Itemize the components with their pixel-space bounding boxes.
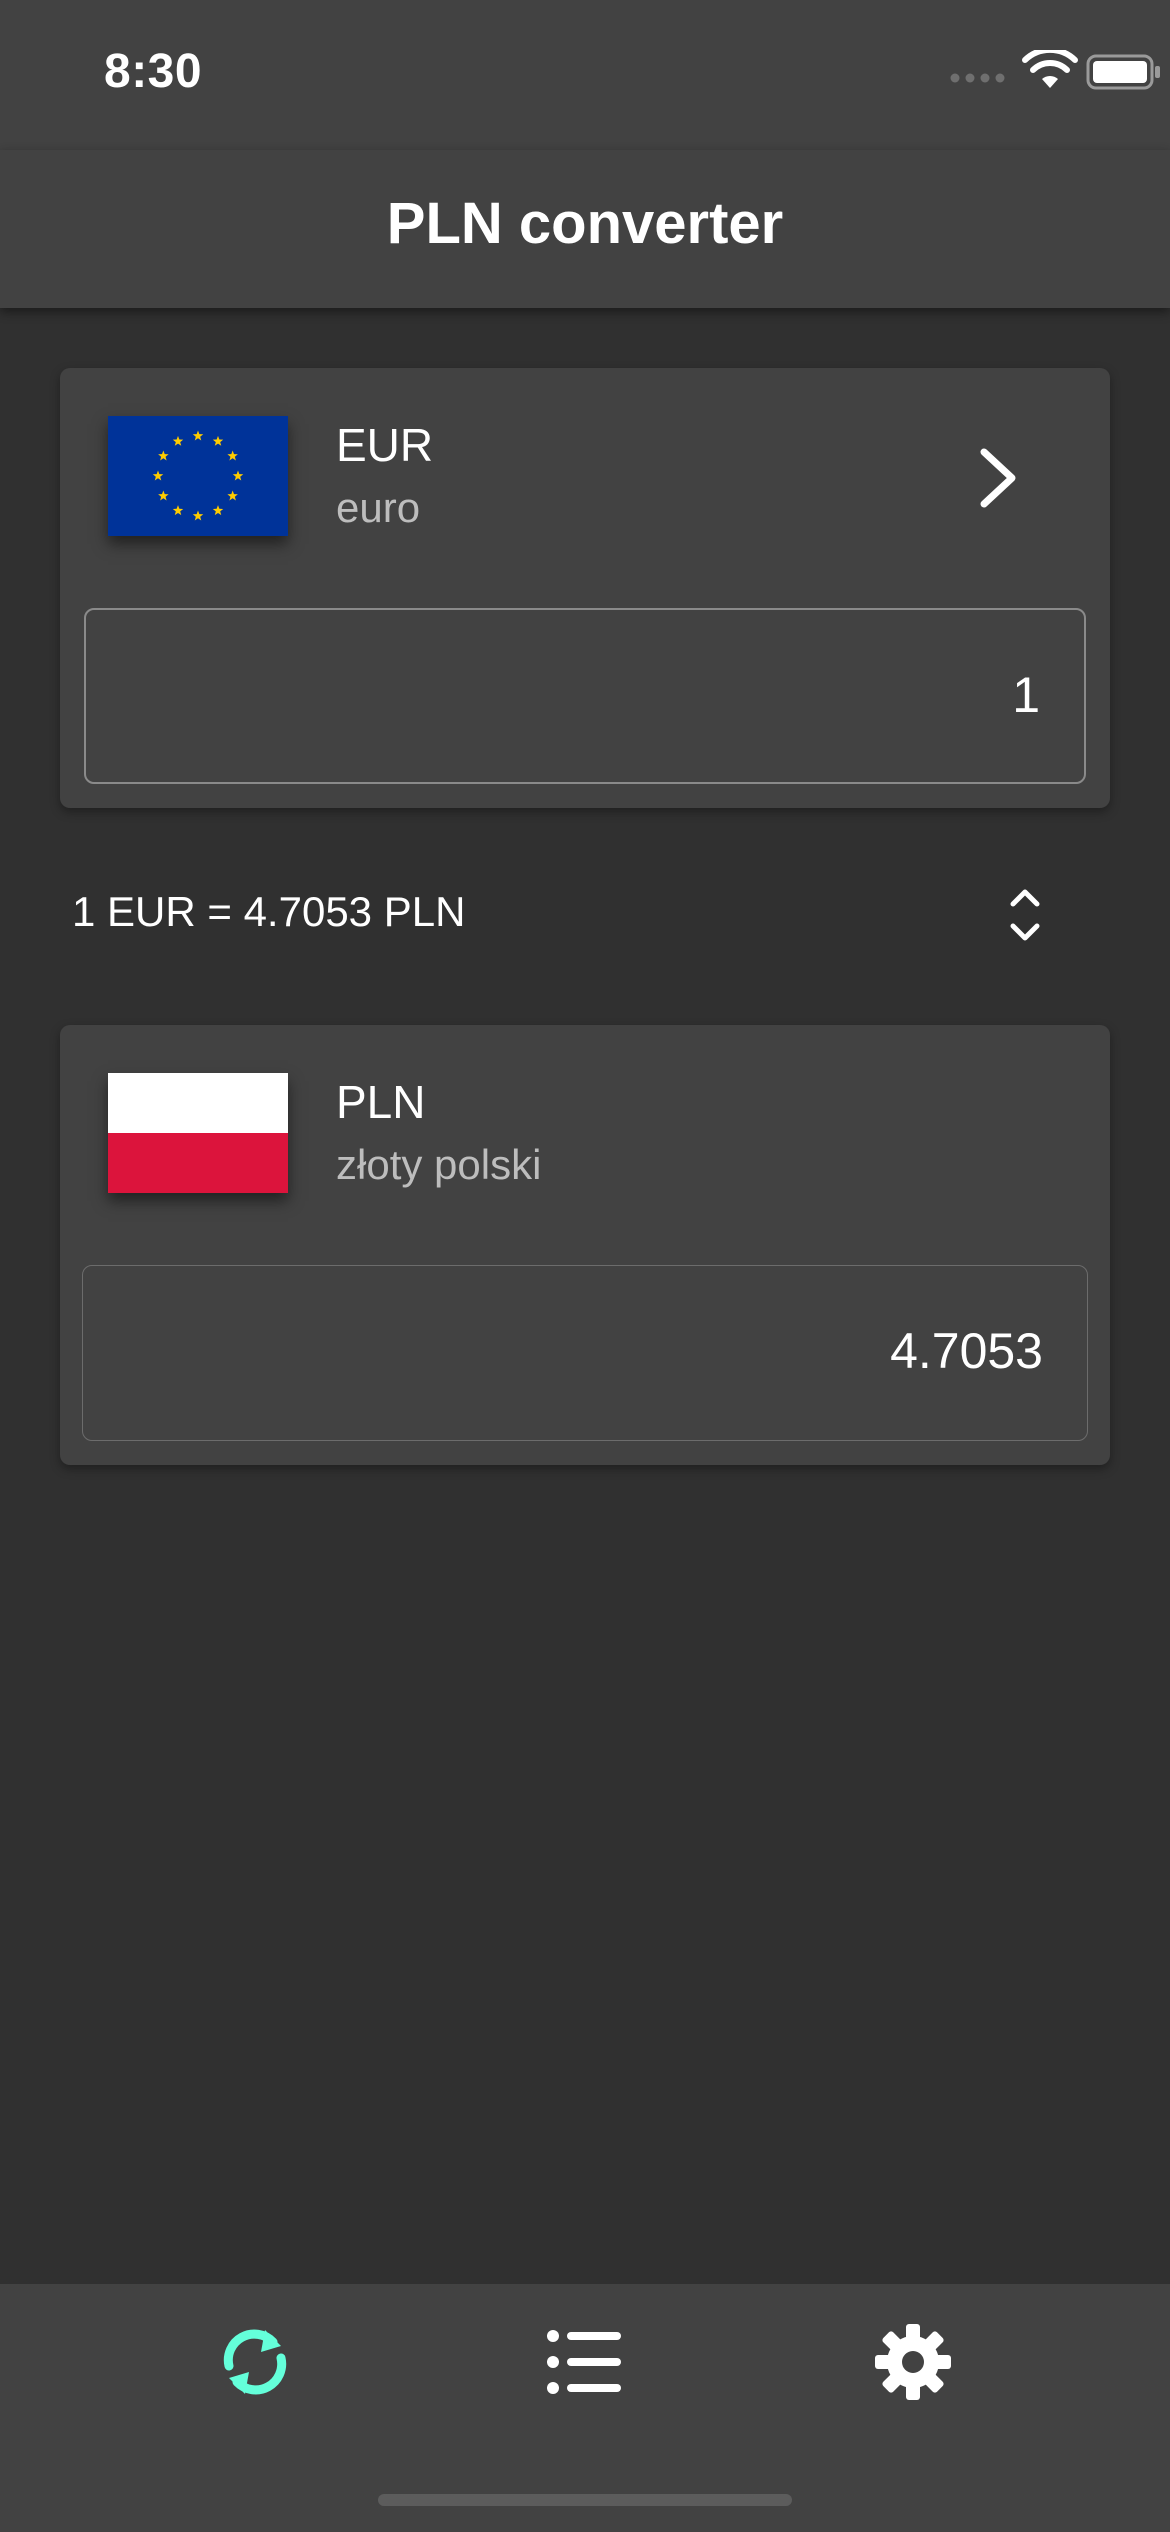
from-currency-name[interactable]: euro [336,484,420,532]
to-currency-name: złoty polski [336,1141,542,1188]
swap-vertical-icon[interactable] [1008,886,1042,944]
gear-icon [875,2324,951,2400]
eu-flag-icon[interactable] [108,416,288,536]
exchange-rate-text: 1 EUR = 4.7053 PLN [72,888,466,935]
to-currency-card: PLN złoty polski 4.7053 [60,1025,1110,1465]
poland-flag-icon [108,1073,288,1193]
from-amount-value[interactable]: 1 [1012,666,1040,724]
signal-icon [950,73,1005,83]
status-time: 8:30 [104,45,203,98]
nav-settings[interactable] [848,2284,978,2434]
home-indicator [378,2494,792,2506]
battery-icon [1086,54,1160,90]
list-icon [547,2330,621,2394]
from-currency-code[interactable]: EUR [336,418,433,472]
to-amount-field[interactable]: 4.7053 [82,1265,1088,1441]
from-amount-input[interactable]: 1 [84,608,1086,784]
to-currency-code: PLN [336,1076,426,1128]
to-amount-value: 4.7053 [890,1323,1043,1379]
nav-currency-list[interactable] [518,2284,648,2434]
status-bar: 8:30 [0,0,1170,150]
nav-converter[interactable] [190,2284,320,2434]
refresh-icon [223,2329,287,2395]
wifi-icon [1022,50,1078,88]
chevron-right-icon[interactable] [976,446,1020,510]
from-currency-card: EUR euro 1 [60,368,1110,808]
page-title: PLN converter [386,191,784,256]
app-bar: PLN converter [0,150,1170,308]
